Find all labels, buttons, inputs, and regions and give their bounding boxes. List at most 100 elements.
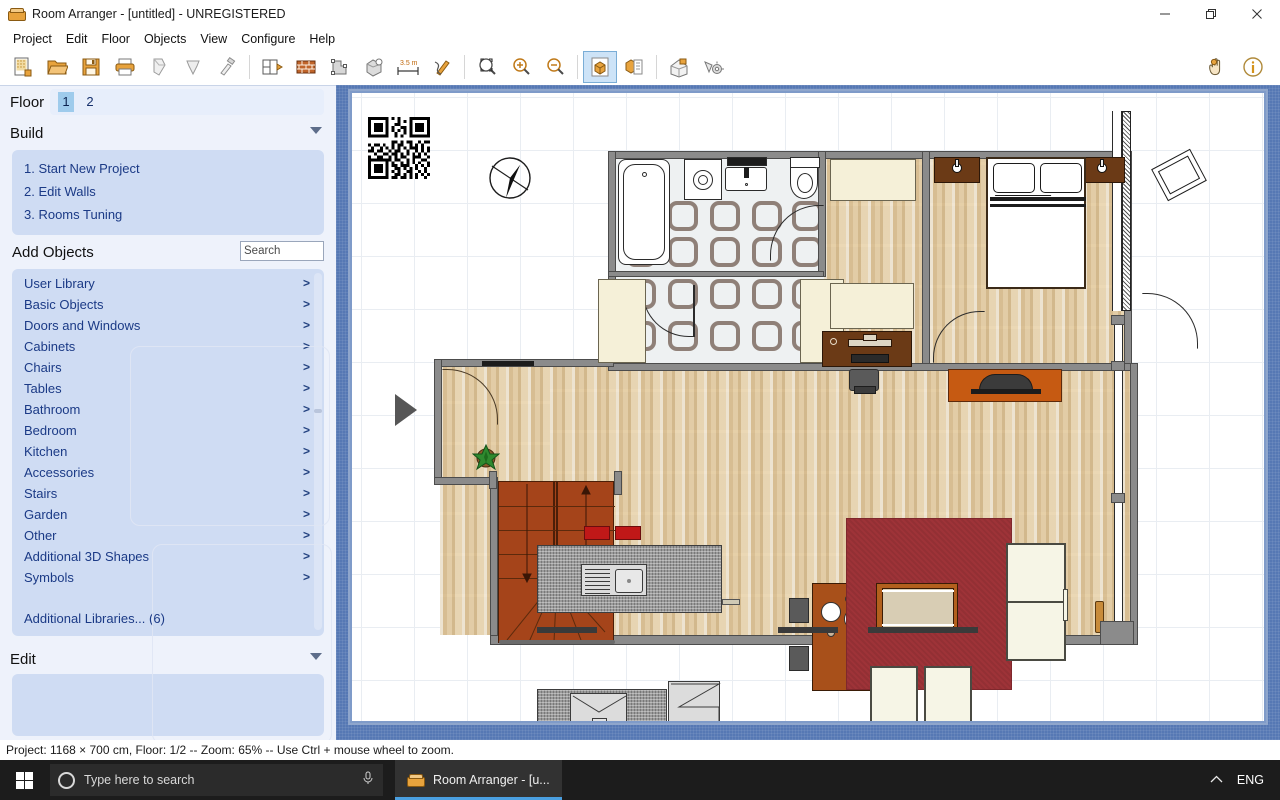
paste-icon[interactable] [176, 51, 210, 83]
dishwasher[interactable] [570, 693, 627, 721]
sink-basin[interactable] [727, 157, 767, 166]
dining-chair-left-bottom[interactable] [789, 646, 809, 671]
library-item-bathroom[interactable]: Bathroom > [12, 399, 324, 420]
library-item-chairs[interactable]: Chairs > [12, 357, 324, 378]
zoom-out-icon[interactable] [538, 51, 572, 83]
build-item-edit-walls[interactable]: 2. Edit Walls [12, 180, 324, 203]
view-3d-box-icon[interactable] [583, 51, 617, 83]
menu-project[interactable]: Project [6, 30, 59, 48]
library-item-additional-3d-shapes[interactable]: Additional 3D Shapes > [12, 546, 324, 567]
hall-cabinet-left-upper[interactable] [598, 279, 646, 363]
kitchen-island[interactable] [537, 545, 722, 613]
zoom-fit-icon[interactable] [470, 51, 504, 83]
library-scrollbar-thumb[interactable] [314, 408, 322, 413]
save-project-icon[interactable] [74, 51, 108, 83]
room-plan-icon[interactable] [255, 51, 289, 83]
library-item-garden[interactable]: Garden > [12, 504, 324, 525]
print-icon[interactable] [108, 51, 142, 83]
library-item-tables[interactable]: Tables > [12, 378, 324, 399]
armchair-corner[interactable] [1151, 148, 1207, 202]
tv-sideboard[interactable] [948, 369, 1062, 402]
menu-help[interactable]: Help [302, 30, 342, 48]
additional-libraries-link[interactable]: Additional Libraries... (6) [24, 611, 165, 626]
build-item-rooms-tuning[interactable]: 3. Rooms Tuning [12, 203, 324, 226]
bathtub[interactable] [618, 159, 670, 265]
menu-objects[interactable]: Objects [137, 30, 193, 48]
expand-triangle-icon[interactable] [395, 394, 417, 426]
sink-bowl[interactable] [725, 167, 767, 191]
plan-canvas[interactable] [352, 93, 1264, 721]
polygon-select-icon[interactable] [323, 51, 357, 83]
collapse-triangle-icon[interactable] [310, 653, 322, 660]
build-item-start-new-project[interactable]: 1. Start New Project [12, 157, 324, 180]
open-project-icon[interactable] [40, 51, 74, 83]
office-chair[interactable] [849, 369, 879, 394]
copy-icon[interactable] [142, 51, 176, 83]
library-item-symbols[interactable]: Symbols > [12, 567, 324, 588]
effects-icon[interactable] [696, 51, 730, 83]
search-input[interactable] [240, 241, 324, 261]
restore-icon[interactable] [1188, 0, 1234, 28]
library-item-kitchen[interactable]: Kitchen > [12, 441, 324, 462]
coffee-table[interactable] [876, 583, 958, 631]
bed[interactable] [984, 157, 1086, 289]
taskbar-item-room-arranger[interactable]: Room Arranger - [u... [395, 760, 562, 800]
menu-floor[interactable]: Floor [94, 30, 136, 48]
plan-canvas-area[interactable] [336, 85, 1280, 740]
floor-tab-1[interactable]: 1 [58, 92, 74, 112]
sofa[interactable] [1006, 543, 1068, 661]
new-project-icon[interactable] [6, 51, 40, 83]
armchair-right[interactable] [924, 666, 972, 721]
radiator-top[interactable] [482, 361, 534, 366]
desk[interactable] [822, 331, 912, 367]
radiator-bottom-mid[interactable] [868, 627, 978, 633]
close-icon[interactable] [1234, 0, 1280, 28]
shower-base[interactable] [684, 159, 722, 200]
object-3d-icon[interactable] [357, 51, 391, 83]
hall-cabinet-mid[interactable] [830, 283, 914, 329]
library-item-basic-objects[interactable]: Basic Objects > [12, 294, 324, 315]
pan-hand-icon[interactable] [1198, 51, 1232, 83]
wall-brick-icon[interactable] [289, 51, 323, 83]
measure-icon[interactable]: 3.5 m [391, 51, 425, 83]
radiator-kitchen[interactable] [722, 599, 740, 605]
dining-chair-left-top[interactable] [789, 598, 809, 623]
view-multi-icon[interactable] [617, 51, 651, 83]
hall-cabinet-top[interactable] [830, 159, 916, 201]
zoom-in-icon[interactable] [504, 51, 538, 83]
language-indicator[interactable]: ENG [1237, 773, 1264, 787]
radiator-bottom-left[interactable] [778, 627, 838, 633]
library-item-cabinets[interactable]: Cabinets > [12, 336, 324, 357]
pencil-ruler-icon[interactable] [425, 51, 459, 83]
menu-configure[interactable]: Configure [234, 30, 302, 48]
refrigerator[interactable] [668, 681, 721, 721]
microphone-icon[interactable] [361, 770, 375, 791]
menu-edit[interactable]: Edit [59, 30, 95, 48]
library-item-accessories[interactable]: Accessories > [12, 462, 324, 483]
edit-section-header[interactable]: Edit [0, 644, 336, 674]
info-icon[interactable] [1236, 51, 1270, 83]
library-item-bedroom[interactable]: Bedroom > [12, 420, 324, 441]
library-item-user-library[interactable]: User Library > [12, 273, 324, 294]
radiator-left[interactable] [537, 627, 597, 633]
library-item-doors-and-windows[interactable]: Doors and Windows > [12, 315, 324, 336]
library-item-other[interactable]: Other > [12, 525, 324, 546]
menu-view[interactable]: View [193, 30, 234, 48]
minimize-icon[interactable] [1142, 0, 1188, 28]
collapse-triangle-icon[interactable] [310, 127, 322, 134]
toilet-bowl[interactable] [790, 167, 818, 199]
nightstand-left[interactable] [934, 157, 980, 183]
island-stool-right[interactable] [615, 526, 641, 540]
floor-tab-2[interactable]: 2 [82, 92, 98, 112]
house-3d-icon[interactable] [662, 51, 696, 83]
taskbar-search-box[interactable]: Type here to search [50, 764, 383, 796]
armchair-left[interactable] [870, 666, 918, 721]
potted-plant[interactable] [471, 443, 501, 471]
library-scrollbar[interactable] [314, 273, 322, 630]
chevron-up-icon[interactable] [1210, 773, 1223, 787]
format-painter-icon[interactable] [210, 51, 244, 83]
library-item-stairs[interactable]: Stairs > [12, 483, 324, 504]
island-stool-left[interactable] [584, 526, 610, 540]
build-section-header[interactable]: Build [0, 118, 336, 148]
windows-start-icon[interactable] [0, 760, 48, 800]
